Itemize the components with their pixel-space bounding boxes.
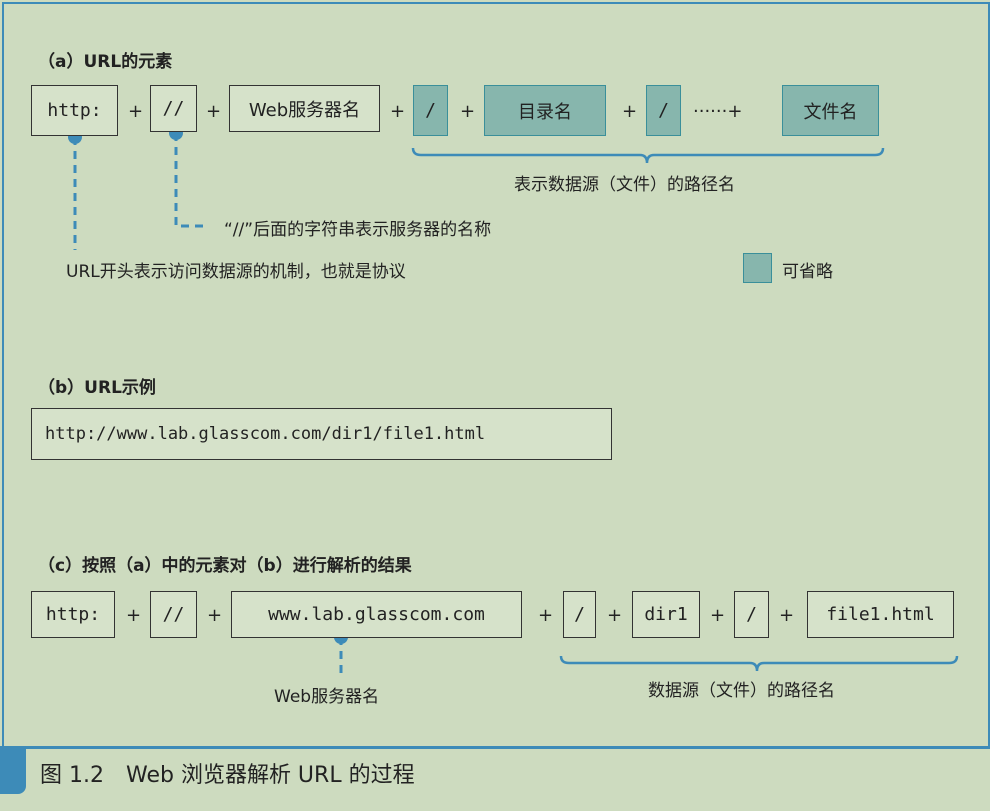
plus-c-3: + <box>538 605 554 626</box>
plus-c-2: + <box>207 605 223 626</box>
plus-1: + <box>128 101 144 122</box>
plus-5: + <box>622 101 638 122</box>
legend-swatch <box>743 253 772 283</box>
box-directory: 目录名 <box>484 85 606 136</box>
section-b-title: （b）URL示例 <box>38 378 156 398</box>
box-slash-c-1: / <box>563 591 596 638</box>
plus-c-6: + <box>779 605 795 626</box>
plus-2: + <box>206 101 222 122</box>
box-double-slash: // <box>150 85 197 132</box>
box-server-c: www.lab.glasscom.com <box>231 591 522 638</box>
plus-c-1: + <box>126 605 142 626</box>
box-dir-c: dir1 <box>632 591 700 638</box>
plus-c-5: + <box>710 605 726 626</box>
box-file-name: 文件名 <box>782 85 879 136</box>
server-label-c: Web服务器名 <box>274 687 380 707</box>
note-protocol: URL开头表示访问数据源的机制，也就是协议 <box>66 262 406 282</box>
caption-tab <box>0 746 26 794</box>
plus-3: + <box>390 101 406 122</box>
plus-c-4: + <box>607 605 623 626</box>
box-web-server: Web服务器名 <box>229 85 380 132</box>
section-a-title: （a）URL的元素 <box>38 52 173 72</box>
box-slash-optional-1: / <box>413 85 448 136</box>
path-label-c: 数据源（文件）的路径名 <box>648 681 835 701</box>
box-file-c: file1.html <box>807 591 954 638</box>
section-c-title: （c）按照（a）中的元素对（b）进行解析的结果 <box>38 556 412 576</box>
note-slashes: “//”后面的字符串表示服务器的名称 <box>224 220 492 240</box>
ellipsis-plus: ······+ <box>693 101 743 122</box>
box-double-slash-c: // <box>150 591 197 638</box>
figure: （a）URL的元素 http: + // + Web服务器名 + / + 目录名… <box>0 0 990 811</box>
box-protocol-c: http: <box>31 591 115 638</box>
box-protocol: http: <box>31 85 118 136</box>
box-slash-c-2: / <box>734 591 769 638</box>
figure-caption: 图 1.2 Web 浏览器解析 URL 的过程 <box>40 763 415 788</box>
legend-label: 可省略 <box>782 262 833 282</box>
url-example: http://www.lab.glasscom.com/dir1/file1.h… <box>31 408 612 460</box>
box-slash-optional-2: / <box>646 85 681 136</box>
plus-4: + <box>460 101 476 122</box>
path-label-a: 表示数据源（文件）的路径名 <box>514 175 735 195</box>
